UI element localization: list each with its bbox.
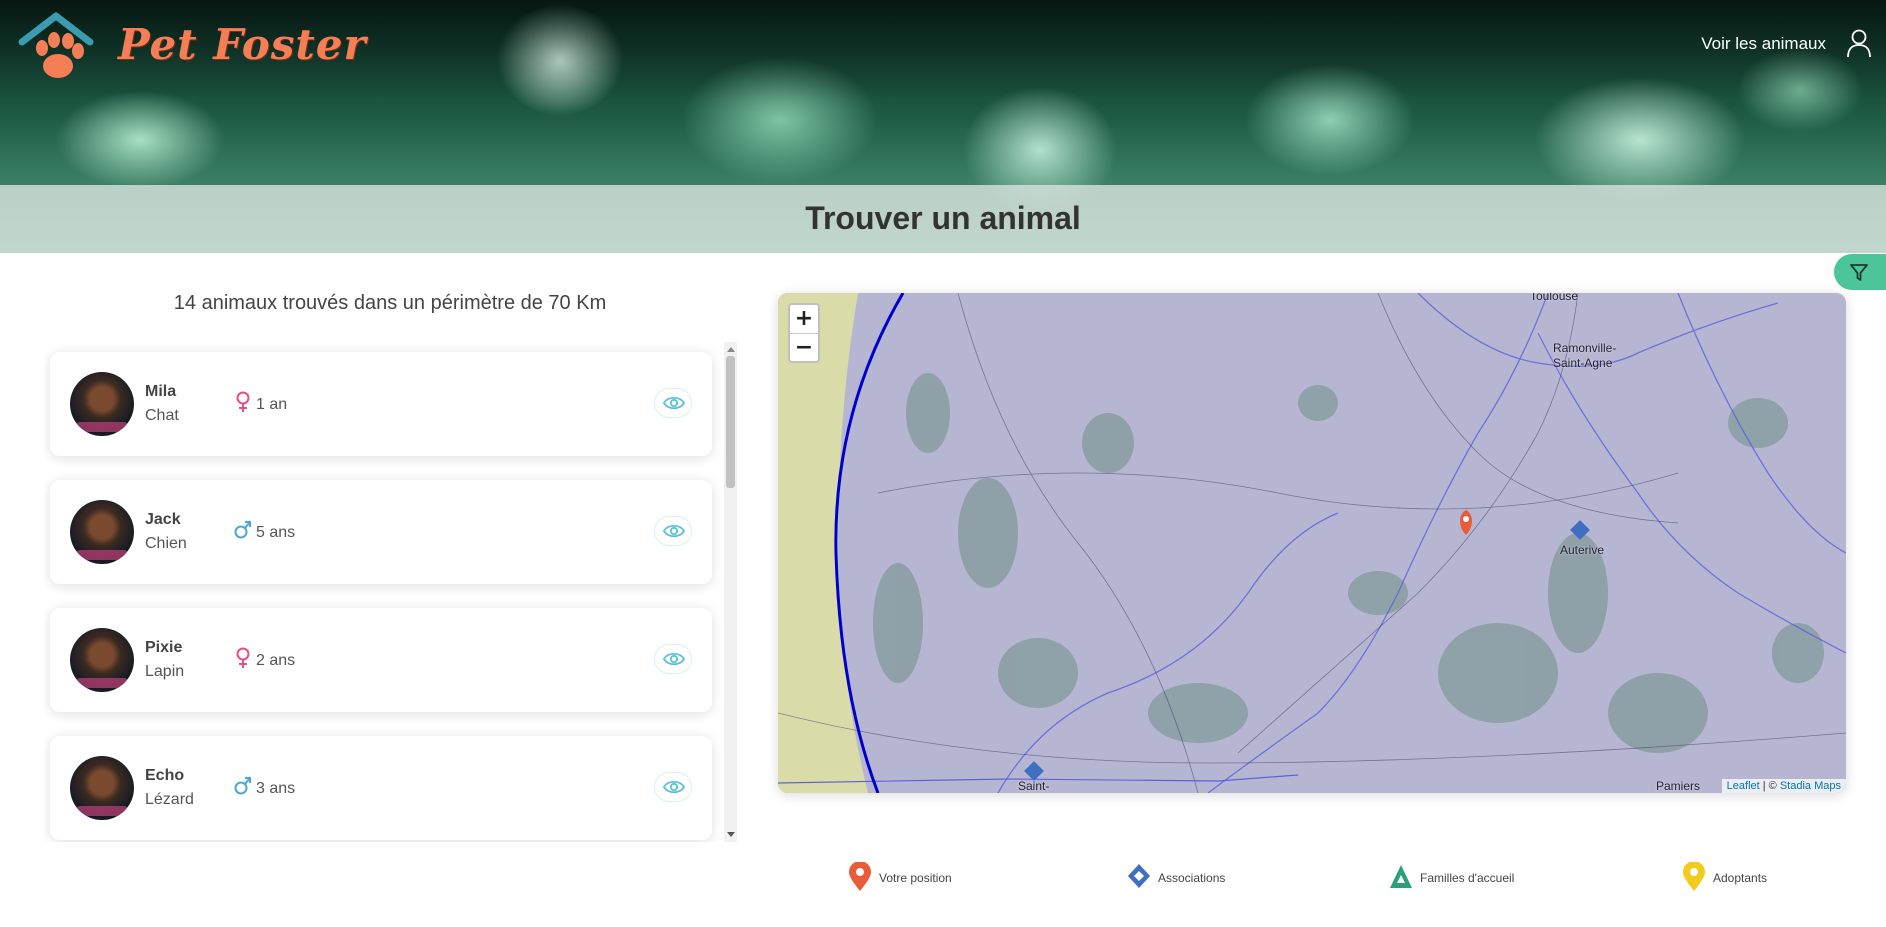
pet-avatar bbox=[70, 756, 134, 820]
legend-label: Adoptants bbox=[1713, 871, 1768, 885]
pet-card[interactable]: Jack Chien 5 ans bbox=[50, 480, 712, 584]
filter-button[interactable] bbox=[1834, 254, 1886, 290]
pet-age: 2 ans bbox=[256, 652, 296, 669]
pet-name: Echo bbox=[145, 767, 185, 784]
map-label-auterive: Auterive bbox=[1560, 543, 1605, 557]
page-title: Trouver un animal bbox=[805, 200, 1081, 236]
pet-list[interactable]: Mila Chat 1 an Jack Chien 5 ans Pixie La… bbox=[44, 342, 736, 842]
pet-card[interactable]: Mila Chat 1 an bbox=[50, 352, 712, 456]
legend-label: Votre position bbox=[879, 871, 952, 885]
zoom-in-button[interactable]: + bbox=[790, 305, 818, 333]
pet-name: Pixie bbox=[145, 639, 183, 656]
legend-label: Familles d'accueil bbox=[1420, 871, 1515, 885]
blue-diamond-icon bbox=[1128, 864, 1150, 888]
pet-avatar bbox=[70, 500, 134, 564]
pet-species: Lapin bbox=[145, 663, 185, 680]
map-label-pamiers: Pamiers bbox=[1656, 779, 1701, 793]
attribution-separator: | © bbox=[1759, 780, 1780, 792]
pet-age: 1 an bbox=[256, 396, 288, 413]
map-label-ramonville: Ramonville- Saint-Agne bbox=[1553, 341, 1617, 370]
pet-avatar bbox=[70, 628, 134, 692]
yellow-pin-icon bbox=[1683, 862, 1705, 891]
hero-banner: Pet Foster Voir les animaux Trouver un a… bbox=[0, 0, 1886, 253]
map[interactable]: Toulouse Ramonville- Saint-Agne Auterive… bbox=[778, 293, 1846, 793]
red-pin-icon bbox=[849, 862, 871, 891]
map-label-saint: Saint- bbox=[1018, 779, 1050, 793]
zoom-control[interactable]: + − bbox=[788, 303, 820, 363]
pet-species: Chien bbox=[145, 535, 187, 552]
pet-avatar bbox=[70, 372, 134, 436]
eye-icon bbox=[663, 396, 685, 410]
legend-label: Associations bbox=[1158, 871, 1226, 885]
green-triangle-icon bbox=[1390, 865, 1412, 888]
female-icon bbox=[236, 647, 250, 668]
map-tiles[interactable] bbox=[778, 293, 1846, 793]
pet-species: Lézard bbox=[145, 791, 194, 808]
results-summary: 14 animaux trouvés dans un périmètre de … bbox=[173, 292, 607, 314]
user-icon[interactable] bbox=[1846, 28, 1872, 58]
scroll-down-arrow[interactable] bbox=[727, 832, 735, 837]
list-scrollbar[interactable] bbox=[724, 342, 737, 842]
brand-name[interactable]: Pet Foster bbox=[118, 20, 367, 69]
view-pet-button[interactable] bbox=[654, 644, 692, 674]
map-attribution: Leaflet | © Stadia Maps bbox=[1721, 779, 1846, 793]
scroll-up-arrow[interactable] bbox=[727, 347, 735, 352]
female-icon bbox=[236, 391, 250, 412]
pet-age: 5 ans bbox=[256, 524, 296, 541]
filter-icon bbox=[1850, 264, 1868, 281]
eye-icon bbox=[663, 524, 685, 538]
pet-name: Mila bbox=[145, 383, 177, 400]
pet-age: 3 ans bbox=[256, 780, 296, 797]
male-icon bbox=[234, 777, 251, 795]
pet-card[interactable]: Pixie Lapin 2 ans bbox=[50, 608, 712, 712]
pet-name: Jack bbox=[145, 511, 181, 528]
map-label-toulouse: Toulouse bbox=[1530, 293, 1579, 303]
zoom-out-button[interactable]: − bbox=[790, 333, 818, 361]
view-pet-button[interactable] bbox=[654, 772, 692, 802]
scroll-thumb[interactable] bbox=[726, 356, 735, 488]
male-icon bbox=[234, 521, 251, 539]
pet-foster-logo-icon[interactable] bbox=[18, 10, 100, 86]
eye-icon bbox=[663, 780, 685, 794]
eye-icon bbox=[663, 652, 685, 666]
view-pet-button[interactable] bbox=[654, 388, 692, 418]
pet-species: Chat bbox=[145, 407, 179, 424]
view-pet-button[interactable] bbox=[654, 516, 692, 546]
leaflet-link[interactable]: Leaflet bbox=[1727, 780, 1760, 792]
stadia-link[interactable]: Stadia Maps bbox=[1780, 780, 1841, 792]
nav-link-animals[interactable]: Voir les animaux bbox=[1701, 34, 1826, 54]
pet-card[interactable]: Echo Lézard 3 ans bbox=[50, 736, 712, 840]
